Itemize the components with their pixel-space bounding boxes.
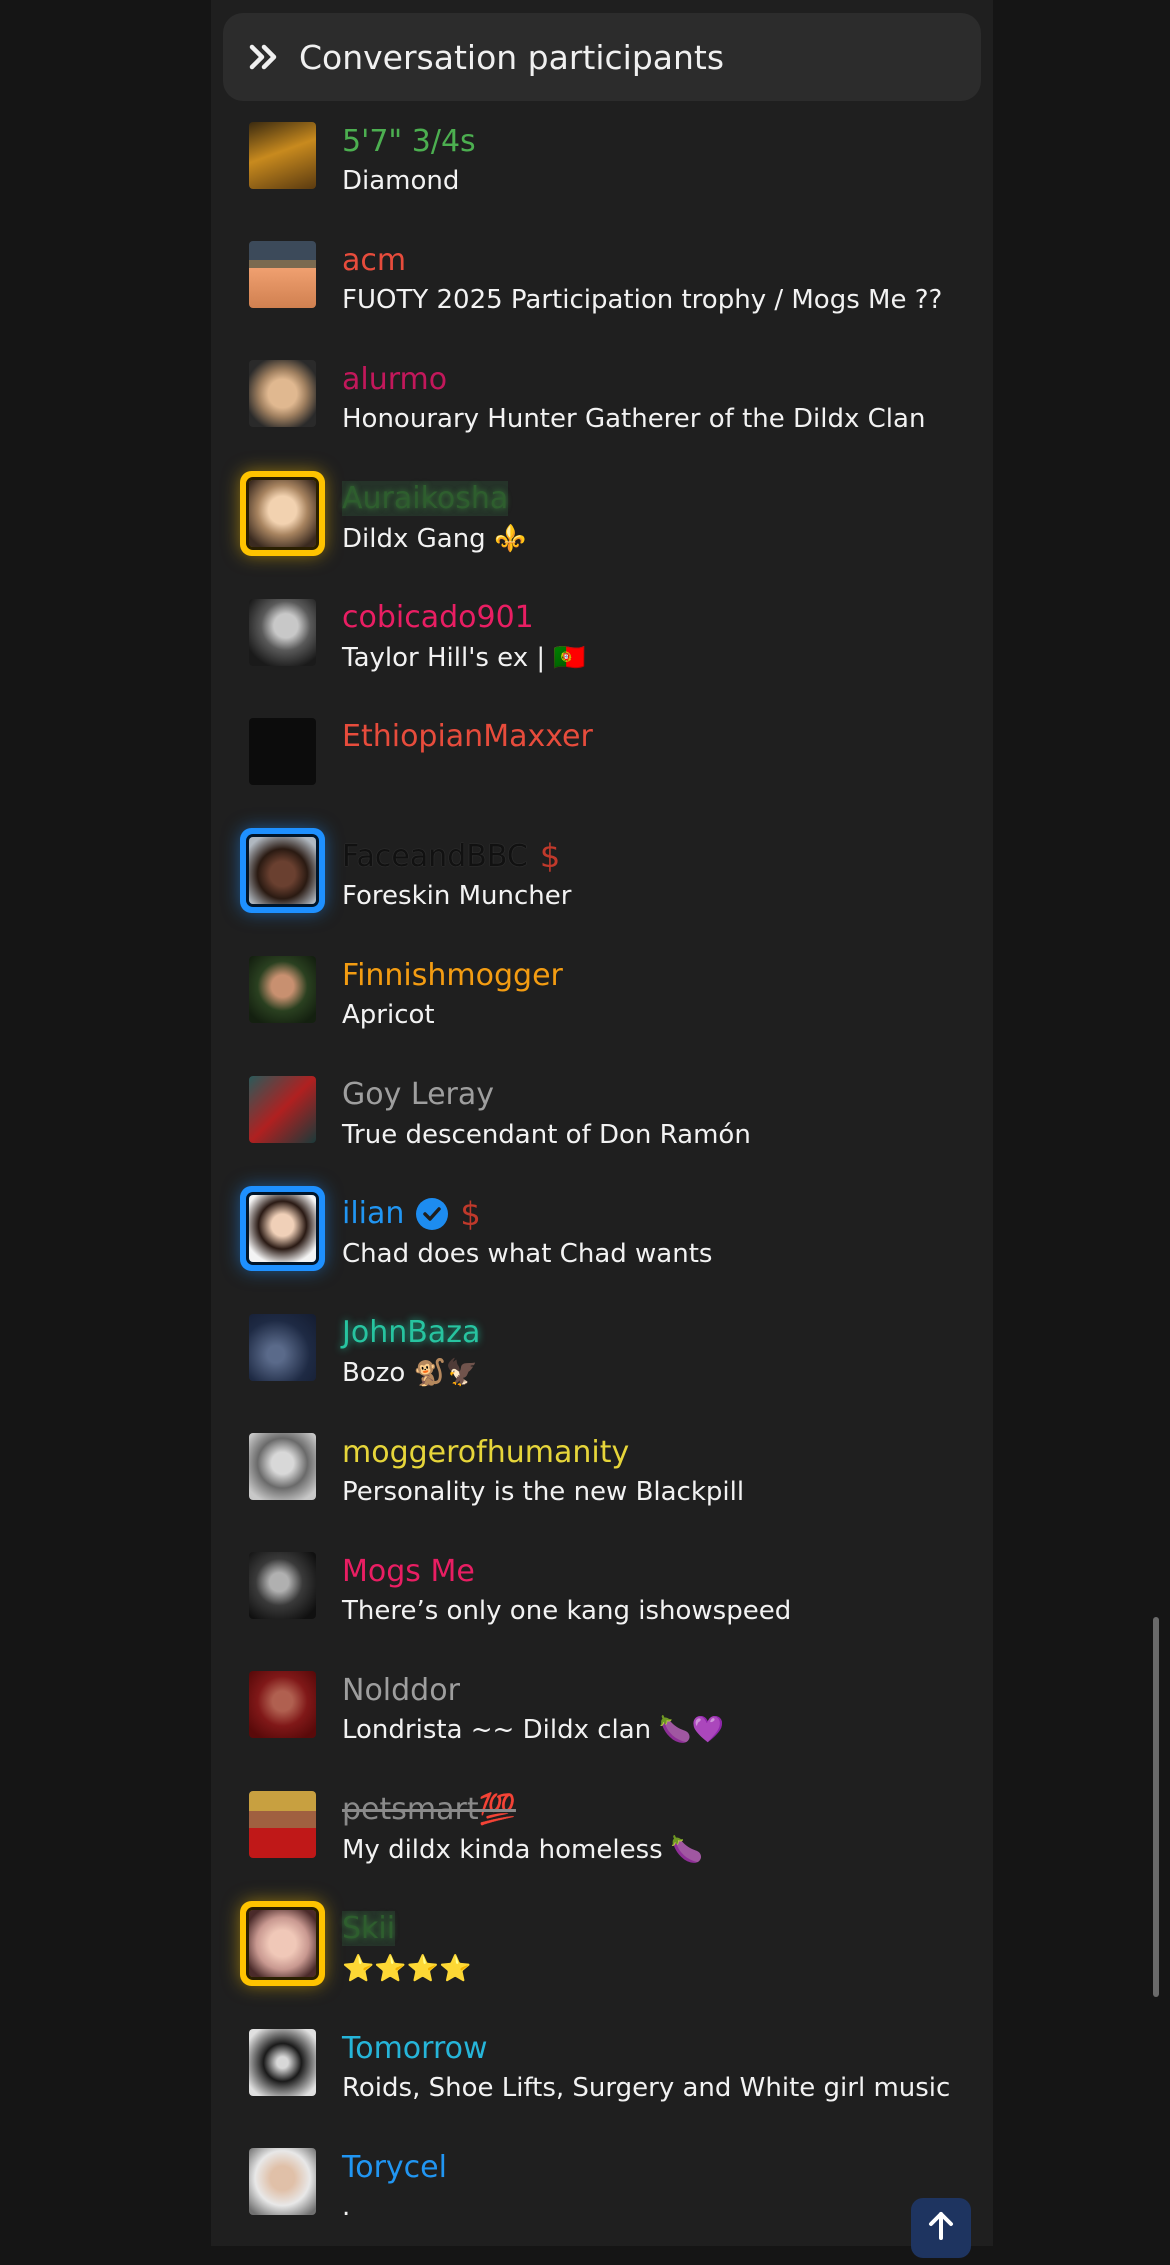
participants-panel: Conversation participants 5'7" 3/4s Diam…: [211, 0, 993, 2246]
avatar[interactable]: [249, 2029, 316, 2096]
scrollbar[interactable]: [1153, 1617, 1159, 1997]
username[interactable]: moggerofhumanity: [342, 1431, 629, 1473]
username[interactable]: Goy Leray: [342, 1074, 494, 1116]
avatar[interactable]: [249, 1194, 316, 1262]
dollar-badge-icon: $: [460, 1194, 481, 1233]
user-title: Dildx Gang ⚜️: [342, 523, 527, 554]
username[interactable]: FaceandBBC $: [342, 835, 560, 877]
header-title: Conversation participants: [299, 37, 725, 77]
avatar[interactable]: [249, 479, 316, 547]
username[interactable]: Skii: [342, 1908, 396, 1950]
username[interactable]: Finnishmogger: [342, 954, 563, 996]
participants-header[interactable]: Conversation participants: [223, 13, 981, 101]
user-title: There’s only one kang ishowspeed: [342, 1596, 792, 1627]
avatar[interactable]: [249, 1313, 316, 1381]
participant-row[interactable]: moggerofhumanity Personality is the new …: [211, 1431, 993, 1550]
user-title: My dildx kinda homeless 🍆: [342, 1834, 704, 1865]
arrow-up-icon: [928, 2210, 954, 2244]
user-title: Roids, Shoe Lifts, Surgery and White gir…: [342, 2073, 951, 2103]
avatar[interactable]: [249, 122, 316, 189]
avatar[interactable]: [249, 598, 316, 666]
username[interactable]: Torycel: [342, 2146, 447, 2188]
user-title: Apricot: [342, 1000, 435, 1031]
participant-row[interactable]: JohnBaza Bozo 🐒🦅: [211, 1312, 993, 1431]
user-title: Bozo 🐒🦅: [342, 1357, 479, 1388]
user-title: Londrista ~~ Dildx clan 🍆💜: [342, 1715, 725, 1746]
participant-row[interactable]: alurmo Honourary Hunter Gatherer of the …: [211, 358, 993, 477]
avatar[interactable]: [249, 1790, 316, 1858]
scroll-to-top-button[interactable]: [911, 2198, 971, 2258]
user-title: Foreskin Muncher: [342, 881, 572, 912]
user-title: Diamond: [342, 166, 460, 196]
username[interactable]: ilian $: [342, 1193, 481, 1235]
username[interactable]: Mogs Me: [342, 1550, 475, 1592]
user-title: ⭐⭐⭐⭐: [342, 1953, 472, 1984]
participant-row[interactable]: Nolddor Londrista ~~ Dildx clan 🍆💜: [211, 1669, 993, 1788]
avatar[interactable]: [249, 956, 316, 1024]
username[interactable]: JohnBaza: [342, 1312, 480, 1354]
avatar[interactable]: [249, 1552, 316, 1620]
participant-row[interactable]: FaceandBBC $ Foreskin Muncher: [211, 835, 993, 954]
double-chevron-right-icon[interactable]: [249, 40, 283, 74]
user-title: Taylor Hill's ex | 🇵🇹: [342, 642, 586, 673]
participant-row[interactable]: EthiopianMaxxer: [211, 716, 993, 835]
avatar[interactable]: [249, 1075, 316, 1143]
participant-row[interactable]: petsmart💯 My dildx kinda homeless 🍆: [211, 1789, 993, 1908]
username[interactable]: EthiopianMaxxer: [342, 716, 593, 758]
verified-check-icon: [416, 1197, 449, 1230]
user-title: FUOTY 2025 Participation trophy / Mogs M…: [342, 285, 943, 316]
user-title: .: [342, 2192, 351, 2223]
avatar[interactable]: [249, 360, 316, 428]
username[interactable]: cobicado901: [342, 597, 534, 639]
user-title: Personality is the new Blackpill: [342, 1477, 745, 1508]
participant-row[interactable]: Mogs Me There’s only one kang ishowspeed: [211, 1550, 993, 1669]
participant-row[interactable]: 5'7" 3/4s Diamond: [211, 120, 993, 239]
participant-row[interactable]: Auraikosha Dildx Gang ⚜️: [211, 478, 993, 597]
user-title: True descendant of Don Ramón: [342, 1119, 751, 1150]
participant-row[interactable]: Finnishmogger Apricot: [211, 954, 993, 1073]
participant-row[interactable]: acm FUOTY 2025 Participation trophy / Mo…: [211, 239, 993, 358]
avatar[interactable]: [249, 1433, 316, 1501]
participant-row[interactable]: ilian $ Chad does what Chad wants: [211, 1193, 993, 1312]
avatar[interactable]: [249, 241, 316, 309]
username[interactable]: alurmo: [342, 358, 447, 400]
dollar-badge-icon: $: [539, 837, 561, 876]
avatar[interactable]: [249, 2148, 316, 2216]
username[interactable]: Tomorrow: [342, 2027, 488, 2069]
avatar[interactable]: [249, 1671, 316, 1739]
username[interactable]: Nolddor: [342, 1669, 460, 1711]
username[interactable]: 5'7" 3/4s: [342, 120, 476, 162]
participant-row[interactable]: Skii ⭐⭐⭐⭐: [211, 1908, 993, 2027]
user-title: Chad does what Chad wants: [342, 1238, 713, 1269]
avatar[interactable]: [249, 717, 316, 785]
username[interactable]: acm: [342, 239, 406, 281]
participant-row[interactable]: Torycel .: [211, 2146, 993, 2265]
participant-row[interactable]: cobicado901 Taylor Hill's ex | 🇵🇹: [211, 597, 993, 716]
avatar[interactable]: [249, 1909, 316, 1977]
participant-row[interactable]: Goy Leray True descendant of Don Ramón: [211, 1074, 993, 1193]
participant-list: 5'7" 3/4s Diamond acm FUOTY 2025 Partici…: [211, 120, 993, 2265]
username[interactable]: petsmart💯: [342, 1789, 516, 1831]
avatar[interactable]: [249, 837, 316, 905]
username[interactable]: Auraikosha: [342, 478, 509, 520]
participant-row[interactable]: Tomorrow Roids, Shoe Lifts, Surgery and …: [211, 2027, 993, 2146]
user-title: Honourary Hunter Gatherer of the Dildx C…: [342, 404, 926, 435]
